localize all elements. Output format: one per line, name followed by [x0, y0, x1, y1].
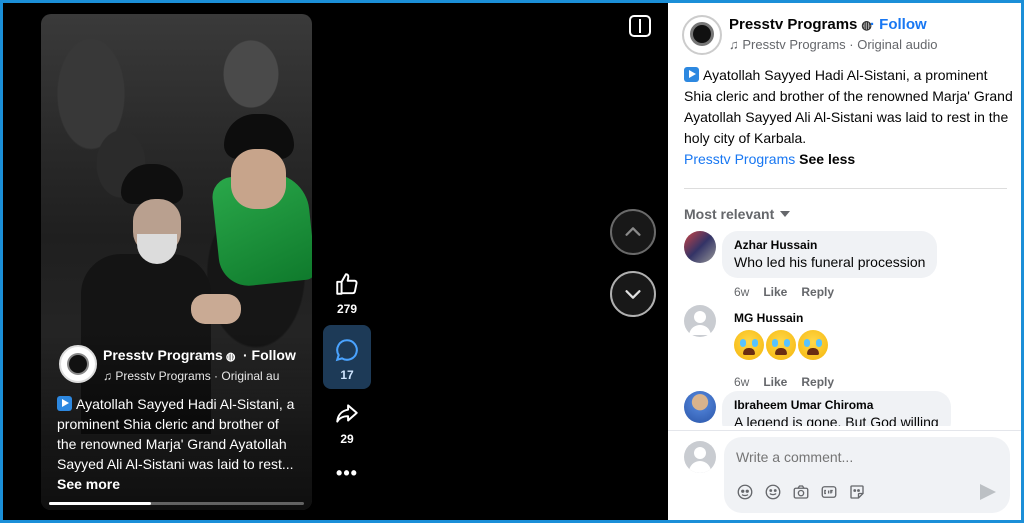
comment-bubble: Azhar Hussain Who led his funeral proces…	[722, 231, 938, 278]
comment-reply-button[interactable]: Reply	[801, 285, 834, 299]
divider	[684, 188, 1007, 189]
share-icon	[336, 404, 358, 423]
comment-button[interactable]: 17	[323, 325, 371, 389]
send-icon[interactable]	[980, 484, 996, 500]
comment-age: 6w	[734, 375, 750, 389]
globe-icon: ◍	[225, 351, 236, 363]
post-page-name-text[interactable]: Presstv Programs	[729, 16, 857, 33]
my-avatar[interactable]	[684, 441, 716, 473]
see-less-link[interactable]: See less	[799, 151, 855, 167]
audio-label[interactable]: ♫ Presstv Programs · Original au	[103, 369, 298, 383]
post-description: Ayatollah Sayyed Hadi Al-Sistani, a prom…	[684, 65, 1014, 149]
play-icon	[684, 67, 699, 82]
post-page-avatar[interactable]	[682, 15, 722, 55]
follow-button[interactable]: · Follow	[243, 347, 296, 363]
comment-icon	[335, 339, 358, 362]
video-progress-fill	[49, 502, 151, 505]
switch-view-icon[interactable]	[629, 15, 651, 37]
post-page-name[interactable]: Presstv Programs ◍	[729, 16, 872, 33]
caret-down-icon	[780, 211, 791, 217]
tagged-page-link[interactable]: Presstv Programs	[684, 151, 795, 167]
share-count: 29	[340, 432, 354, 446]
comment-text: Who led his funeral procession	[734, 254, 926, 270]
comment-count: 17	[340, 368, 354, 382]
crying-face-icon	[766, 330, 796, 360]
camera-icon[interactable]	[792, 483, 810, 501]
divider	[668, 430, 1021, 431]
chevron-up-icon	[625, 227, 641, 236]
share-button[interactable]: 29	[323, 401, 371, 446]
comment-sort-label: Most relevant	[684, 206, 775, 222]
page-avatar[interactable]	[59, 345, 97, 383]
video-area: Presstv Programs ◍ · Follow ♫ Presstv Pro…	[3, 3, 668, 520]
avatar-sticker-icon[interactable]	[736, 483, 754, 501]
thumbs-up-icon	[336, 273, 358, 295]
comment-meta: 6w Like Reply	[734, 375, 848, 389]
comment-like-button[interactable]: Like	[763, 375, 787, 389]
video-progress-bar[interactable]	[49, 502, 304, 505]
crying-face-icon	[734, 330, 764, 360]
see-more-link[interactable]: See more	[57, 476, 120, 492]
post-audio-label[interactable]: ♫ Presstv Programs · Original audio	[729, 37, 937, 52]
video-caption: Ayatollah Sayyed Hadi Al-Sistani, a prom…	[57, 394, 297, 494]
caption-text: Ayatollah Sayyed Hadi Al-Sistani, a prom…	[57, 396, 295, 472]
more-options-button[interactable]: •••	[323, 463, 371, 484]
avatar[interactable]	[684, 231, 716, 263]
comment-like-button[interactable]: Like	[763, 285, 787, 299]
emoji-reaction-row	[734, 330, 830, 367]
comment-sort-dropdown[interactable]: Most relevant	[684, 206, 791, 222]
video-frame	[191, 294, 241, 324]
details-panel: Presstv Programs ◍ · Follow ♫ Presstv Pro…	[668, 3, 1021, 520]
comment-author[interactable]: MG Hussain	[734, 311, 830, 325]
comment-meta: 6w Like Reply	[734, 285, 848, 299]
post-links: Presstv Programs See less	[684, 151, 855, 167]
comment-bubble: Ibraheem Umar Chiroma A legend is gone. …	[722, 391, 951, 426]
video-player[interactable]: Presstv Programs ◍ · Follow ♫ Presstv Pro…	[41, 14, 312, 510]
reel-viewer: Presstv Programs ◍ · Follow ♫ Presstv Pro…	[3, 3, 1021, 520]
default-avatar-icon	[689, 311, 711, 335]
page-name[interactable]: Presstv Programs ◍	[103, 347, 235, 363]
comment-reply-button[interactable]: Reply	[801, 375, 834, 389]
page-name-text[interactable]: Presstv Programs	[103, 347, 223, 363]
comment-author[interactable]: Ibraheem Umar Chiroma	[734, 398, 939, 412]
comment-author[interactable]: Azhar Hussain	[734, 238, 925, 252]
video-frame	[231, 149, 286, 209]
post-text: Ayatollah Sayyed Hadi Al-Sistani, a prom…	[684, 67, 1013, 146]
like-button[interactable]: 279	[323, 271, 371, 316]
crying-face-icon	[798, 330, 828, 360]
avatar[interactable]	[684, 305, 716, 337]
comment-item: Ibraheem Umar Chiroma A legend is gone. …	[684, 391, 1004, 426]
previous-reel-button[interactable]	[610, 209, 656, 255]
comment-composer	[724, 437, 1010, 513]
comment-age: 6w	[734, 285, 750, 299]
post-follow-button[interactable]: · Follow	[870, 16, 927, 33]
comment-input[interactable]	[736, 449, 976, 465]
comment-text: A legend is gone. But God willing	[734, 414, 939, 426]
gif-icon[interactable]	[820, 483, 838, 501]
emoji-icon[interactable]	[764, 483, 782, 501]
play-icon	[57, 396, 72, 411]
next-reel-button[interactable]	[610, 271, 656, 317]
comment-content: MG Hussain	[734, 311, 830, 367]
chevron-down-icon	[625, 290, 641, 299]
sticker-icon[interactable]	[848, 483, 866, 501]
like-count: 279	[336, 302, 358, 316]
avatar[interactable]	[684, 391, 716, 423]
